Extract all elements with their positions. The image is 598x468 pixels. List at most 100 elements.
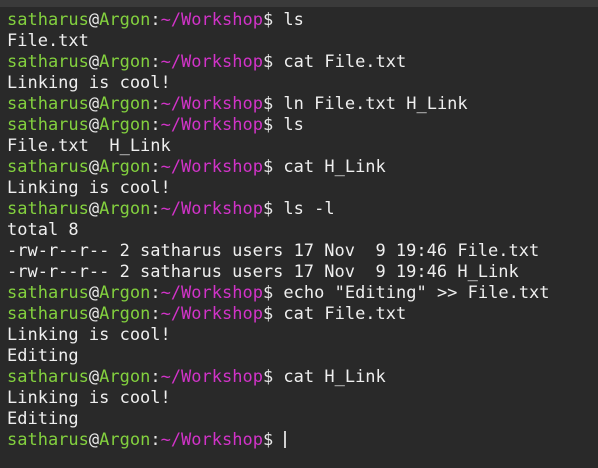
prompt-colon: : bbox=[150, 430, 161, 450]
prompt-colon: : bbox=[150, 367, 161, 387]
prompt-dollar: $ bbox=[262, 430, 284, 450]
prompt-user: satharus bbox=[7, 115, 89, 135]
prompt-user: satharus bbox=[7, 304, 89, 324]
prompt-path: ~/Workshop bbox=[160, 430, 263, 450]
prompt-dollar: $ bbox=[262, 304, 284, 324]
prompt-colon: : bbox=[150, 157, 161, 177]
output-text: Linking is cool! bbox=[7, 178, 171, 198]
prompt-path: ~/Workshop bbox=[160, 283, 263, 303]
prompt-at: @ bbox=[88, 430, 100, 450]
command-text: cat File.txt bbox=[283, 304, 407, 324]
output-line: Linking is cool! bbox=[7, 388, 598, 409]
prompt-host: Argon bbox=[99, 52, 151, 72]
prompt-line: satharus@Argon:~/Workshop$ cat File.txt bbox=[7, 52, 598, 73]
command-text: cat H_Link bbox=[283, 157, 386, 177]
prompt-line: satharus@Argon:~/Workshop$ cat H_Link bbox=[7, 367, 598, 388]
prompt-line: satharus@Argon:~/Workshop$ cat File.txt bbox=[7, 304, 598, 325]
prompt-user: satharus bbox=[7, 94, 89, 114]
output-text: File.txt bbox=[7, 31, 89, 51]
prompt-path: ~/Workshop bbox=[160, 10, 263, 30]
output-text: Linking is cool! bbox=[7, 73, 171, 93]
prompt-at: @ bbox=[88, 115, 100, 135]
prompt-host: Argon bbox=[99, 199, 151, 219]
prompt-colon: : bbox=[150, 283, 161, 303]
prompt-user: satharus bbox=[7, 367, 89, 387]
command-text: ls bbox=[283, 10, 304, 30]
prompt-line: satharus@Argon:~/Workshop$ ls bbox=[7, 115, 598, 136]
prompt-path: ~/Workshop bbox=[160, 157, 263, 177]
prompt-path: ~/Workshop bbox=[160, 52, 263, 72]
prompt-host: Argon bbox=[99, 157, 151, 177]
prompt-dollar: $ bbox=[262, 367, 284, 387]
prompt-user: satharus bbox=[7, 157, 89, 177]
prompt-colon: : bbox=[150, 304, 161, 324]
prompt-at: @ bbox=[88, 157, 100, 177]
prompt-line: satharus@Argon:~/Workshop$ ls -l bbox=[7, 199, 598, 220]
output-text: Linking is cool! bbox=[7, 388, 171, 408]
prompt-at: @ bbox=[88, 304, 100, 324]
prompt-dollar: $ bbox=[262, 94, 284, 114]
prompt-dollar: $ bbox=[262, 115, 284, 135]
prompt-line: satharus@Argon:~/Workshop$ echo "Editing… bbox=[7, 283, 598, 304]
prompt-line: satharus@Argon:~/Workshop$ ls bbox=[7, 10, 598, 31]
prompt-path: ~/Workshop bbox=[160, 304, 263, 324]
prompt-user: satharus bbox=[7, 199, 89, 219]
prompt-host: Argon bbox=[99, 115, 151, 135]
prompt-user: satharus bbox=[7, 10, 89, 30]
prompt-host: Argon bbox=[99, 304, 151, 324]
output-line: Linking is cool! bbox=[7, 73, 598, 94]
prompt-host: Argon bbox=[99, 10, 151, 30]
output-line: Editing bbox=[7, 409, 598, 430]
prompt-path: ~/Workshop bbox=[160, 115, 263, 135]
prompt-user: satharus bbox=[7, 283, 89, 303]
prompt-dollar: $ bbox=[262, 199, 284, 219]
prompt-dollar: $ bbox=[262, 157, 284, 177]
prompt-at: @ bbox=[88, 52, 100, 72]
prompt-host: Argon bbox=[99, 430, 151, 450]
text-cursor bbox=[284, 431, 287, 448]
command-text: cat File.txt bbox=[283, 52, 407, 72]
prompt-user: satharus bbox=[7, 52, 89, 72]
prompt-at: @ bbox=[88, 94, 100, 114]
command-text: ls bbox=[283, 115, 304, 135]
output-line: File.txt bbox=[7, 31, 598, 52]
prompt-colon: : bbox=[150, 199, 161, 219]
output-text: Linking is cool! bbox=[7, 325, 171, 345]
output-text: -rw-r--r-- 2 satharus users 17 Nov 9 19:… bbox=[7, 262, 519, 282]
command-text: cat H_Link bbox=[283, 367, 386, 387]
prompt-colon: : bbox=[150, 10, 161, 30]
command-text: ln File.txt H_Link bbox=[283, 94, 468, 114]
prompt-at: @ bbox=[88, 283, 100, 303]
output-text: total 8 bbox=[7, 220, 79, 240]
output-line: -rw-r--r-- 2 satharus users 17 Nov 9 19:… bbox=[7, 241, 598, 262]
output-line: total 8 bbox=[7, 220, 598, 241]
prompt-user: satharus bbox=[7, 430, 89, 450]
prompt-at: @ bbox=[88, 10, 100, 30]
output-line: Linking is cool! bbox=[7, 325, 598, 346]
output-text: Editing bbox=[7, 346, 79, 366]
prompt-at: @ bbox=[88, 367, 100, 387]
prompt-dollar: $ bbox=[262, 10, 284, 30]
output-line: File.txt H_Link bbox=[7, 136, 598, 157]
command-text: ls -l bbox=[283, 199, 335, 219]
terminal-window[interactable]: satharus@Argon:~/Workshop$ ls File.txt sat… bbox=[0, 7, 598, 468]
output-line: Linking is cool! bbox=[7, 178, 598, 199]
prompt-at: @ bbox=[88, 199, 100, 219]
prompt-host: Argon bbox=[99, 94, 151, 114]
output-line: Editing bbox=[7, 346, 598, 367]
output-text: Editing bbox=[7, 409, 79, 429]
prompt-path: ~/Workshop bbox=[160, 367, 263, 387]
prompt-path: ~/Workshop bbox=[160, 199, 263, 219]
prompt-dollar: $ bbox=[262, 52, 284, 72]
output-text: -rw-r--r-- 2 satharus users 17 Nov 9 19:… bbox=[7, 241, 540, 261]
window-top-edge bbox=[0, 0, 598, 7]
prompt-colon: : bbox=[150, 115, 161, 135]
prompt-colon: : bbox=[150, 94, 161, 114]
prompt-host: Argon bbox=[99, 283, 151, 303]
prompt-line: satharus@Argon:~/Workshop$ bbox=[7, 430, 598, 451]
output-text: File.txt H_Link bbox=[7, 136, 171, 156]
prompt-host: Argon bbox=[99, 367, 151, 387]
prompt-line: satharus@Argon:~/Workshop$ cat H_Link bbox=[7, 157, 598, 178]
prompt-colon: : bbox=[150, 52, 161, 72]
prompt-dollar: $ bbox=[262, 283, 284, 303]
